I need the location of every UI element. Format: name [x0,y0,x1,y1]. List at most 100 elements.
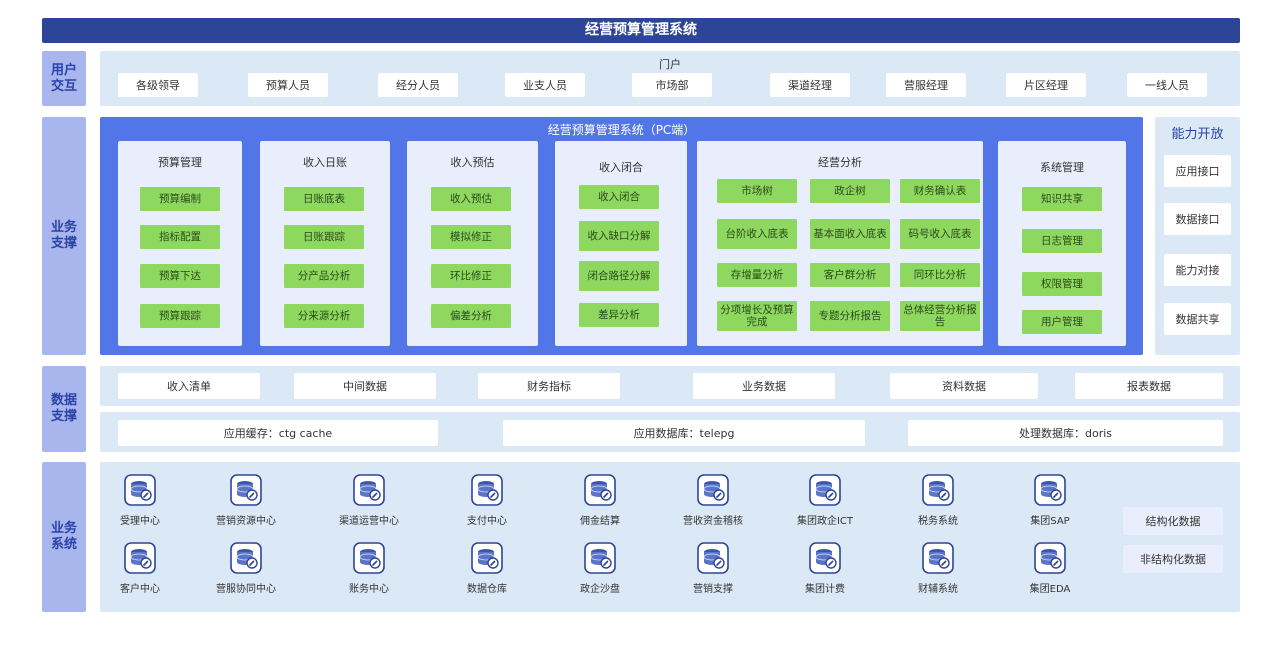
database-wrench-icon [230,542,262,574]
function-item[interactable]: 分来源分析 [284,304,364,328]
system-item[interactable]: 政企沙盘 [550,542,650,595]
function-item[interactable]: 预算编制 [140,187,220,211]
system-label: 佣金结算 [580,516,620,527]
function-item[interactable]: 同环比分析 [900,263,980,287]
structured-data-card: 结构化数据 [1123,507,1223,535]
system-label: 账务中心 [349,584,389,595]
user-card: 片区经理 [1006,73,1086,97]
module-title: 预算管理 [158,156,202,169]
function-item[interactable]: 知识共享 [1022,187,1102,211]
layer-label-business-text: 业务支撑 [50,220,77,251]
systems-band: 结构化数据 非结构化数据 受理中心 营销资源中心 渠道运营中心 支付中心 佣金结算 营收资… [100,462,1240,612]
function-item[interactable]: 财务确认表 [900,179,980,203]
pc-system-panel: 经营预算管理系统（PC端） 预算管理 预算编制 指标配置 预算下达 预算跟踪 收… [100,117,1143,355]
module-title: 系统管理 [1040,161,1084,174]
module-operation-analysis: 经营分析 市场树 政企树 财务确认表 台阶收入底表 基本面收入底表 码号收入底表… [697,141,983,346]
database-wrench-icon [697,474,729,506]
system-item[interactable]: 受理中心 [90,474,190,527]
system-item[interactable]: 支付中心 [437,474,537,527]
function-item[interactable]: 模拟修正 [431,225,511,249]
function-item[interactable]: 闭合路径分解 [579,261,659,291]
unstructured-data-card: 非结构化数据 [1123,545,1223,573]
database-wrench-icon [1034,542,1066,574]
system-item[interactable]: 营销支撑 [663,542,763,595]
capability-item[interactable]: 数据接口 [1164,203,1231,235]
page-title: 经营预算管理系统 [42,18,1240,43]
system-item[interactable]: 集团计费 [775,542,875,595]
system-label: 集团计费 [805,584,845,595]
function-item[interactable]: 权限管理 [1022,272,1102,296]
system-item[interactable]: 渠道运营中心 [319,474,419,527]
database-wrench-icon [922,474,954,506]
function-item[interactable]: 分项增长及预算完成 [717,301,797,331]
system-item[interactable]: 财辅系统 [888,542,988,595]
layer-label-data-text: 数据支撑 [50,393,77,424]
system-item[interactable]: 营销资源中心 [196,474,296,527]
function-item[interactable]: 分产品分析 [284,264,364,288]
system-item[interactable]: 集团政企ICT [775,474,875,527]
data-item: 资料数据 [890,373,1038,399]
layer-label-user-text: 用户交互 [50,62,77,94]
system-item[interactable]: 佣金结算 [550,474,650,527]
function-item[interactable]: 收入预估 [431,187,511,211]
database-wrench-icon [471,542,503,574]
function-item[interactable]: 环比修正 [431,264,511,288]
portal-label: 门户 [659,58,681,71]
data-item: 财务指标 [478,373,620,399]
function-item[interactable]: 差异分析 [579,303,659,327]
function-item[interactable]: 日账底表 [284,187,364,211]
function-item[interactable]: 日账跟踪 [284,225,364,249]
function-item[interactable]: 偏差分析 [431,304,511,328]
function-item[interactable]: 专题分析报告 [810,301,890,331]
system-item[interactable]: 税务系统 [888,474,988,527]
function-item[interactable]: 收入缺口分解 [579,221,659,251]
database-wrench-icon [809,474,841,506]
function-item[interactable]: 用户管理 [1022,310,1102,334]
system-item[interactable]: 账务中心 [319,542,419,595]
system-label: 渠道运营中心 [339,516,399,527]
system-item[interactable]: 集团SAP [1000,474,1100,527]
capability-item[interactable]: 能力对接 [1164,254,1231,286]
user-card: 经分人员 [378,73,458,97]
user-card: 业支人员 [505,73,585,97]
system-label: 集团政企ICT [796,516,854,527]
system-item[interactable]: 营服协同中心 [196,542,296,595]
function-item[interactable]: 政企树 [810,179,890,203]
function-item[interactable]: 台阶收入底表 [717,219,797,249]
system-label: 支付中心 [467,516,507,527]
system-item[interactable]: 数据仓库 [437,542,537,595]
function-item[interactable]: 日志管理 [1022,229,1102,253]
system-item[interactable]: 集团EDA [1000,542,1100,595]
function-item[interactable]: 码号收入底表 [900,219,980,249]
function-item[interactable]: 预算下达 [140,264,220,288]
module-system-management: 系统管理 知识共享 日志管理 权限管理 用户管理 [998,141,1126,346]
data-item: 中间数据 [294,373,436,399]
function-item[interactable]: 存增量分析 [717,263,797,287]
function-item[interactable]: 收入闭合 [579,185,659,209]
function-item[interactable]: 指标配置 [140,225,220,249]
system-item[interactable]: 客户中心 [90,542,190,595]
system-item[interactable]: 营收资金稽核 [663,474,763,527]
function-item[interactable]: 市场树 [717,179,797,203]
user-band: 门户 各级领导 预算人员 经分人员 业支人员 市场部 渠道经理 营服经理 片区经… [100,51,1240,106]
function-item[interactable]: 总体经营分析报告 [900,301,980,331]
module-income-closure: 收入闭合 收入闭合 收入缺口分解 闭合路径分解 差异分析 [555,141,687,346]
function-item[interactable]: 客户群分析 [810,263,890,287]
database-wrench-icon [124,542,156,574]
user-card: 市场部 [632,73,712,97]
storage-item: 应用缓存：ctg cache [118,420,438,446]
system-label: 税务系统 [918,516,958,527]
data-item: 报表数据 [1075,373,1223,399]
user-card: 营服经理 [886,73,966,97]
storage-item: 处理数据库：doris [908,420,1223,446]
capability-item[interactable]: 应用接口 [1164,155,1231,187]
capability-item[interactable]: 数据共享 [1164,303,1231,335]
function-item[interactable]: 预算跟踪 [140,304,220,328]
system-label: 营销支撑 [693,584,733,595]
database-wrench-icon [584,474,616,506]
layer-label-business: 业务支撑 [42,117,86,355]
database-wrench-icon [124,474,156,506]
function-item[interactable]: 基本面收入底表 [810,219,890,249]
layer-label-user: 用户交互 [42,51,86,106]
capability-open-title: 能力开放 [1171,127,1224,142]
